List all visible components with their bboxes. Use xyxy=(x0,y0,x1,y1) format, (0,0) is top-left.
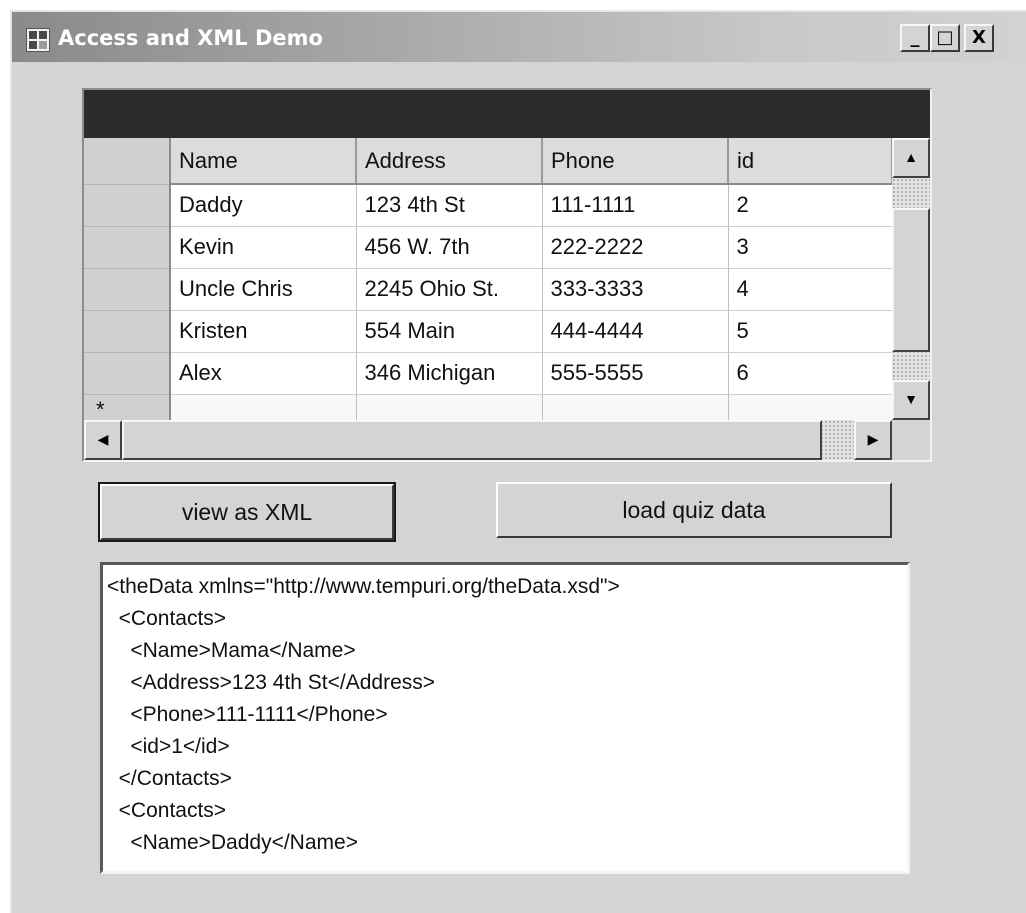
scrollbar-corner xyxy=(892,420,930,460)
arrow-down-icon: ▼ xyxy=(904,391,918,407)
cell-name[interactable]: Kristen xyxy=(170,310,357,353)
xml-line: <Contacts> xyxy=(107,607,227,630)
arrow-up-icon: ▲ xyxy=(904,149,918,165)
header-row: Name Address Phone id xyxy=(84,138,893,185)
cell-name[interactable]: Daddy xyxy=(170,184,357,227)
cell-address[interactable]: 346 Michigan xyxy=(356,352,543,395)
window-title: Access and XML Demo xyxy=(58,26,323,50)
cell-id[interactable]: 5 xyxy=(728,310,893,353)
new-row[interactable]: * xyxy=(84,394,893,421)
horizontal-scrollbar[interactable]: ◀ ▶ xyxy=(84,420,892,460)
column-header-phone[interactable]: Phone xyxy=(542,138,729,185)
row-selector[interactable] xyxy=(84,310,171,353)
load-quiz-data-button[interactable]: load quiz data xyxy=(496,482,892,538)
xml-line: <Name>Mama</Name> xyxy=(107,639,356,662)
xml-line: <Name>Daddy</Name> xyxy=(107,831,358,854)
main-window: Access and XML Demo _ □ X Name Address P… xyxy=(10,10,1026,913)
column-header-address[interactable]: Address xyxy=(356,138,543,185)
maximize-button[interactable]: □ xyxy=(930,24,960,52)
view-as-xml-button[interactable]: view as XML xyxy=(98,482,396,542)
cell-phone[interactable]: 111-1111 xyxy=(542,184,729,227)
title-bar[interactable]: Access and XML Demo _ □ X xyxy=(12,12,1026,62)
cell-name[interactable]: Kevin xyxy=(170,226,357,269)
close-button[interactable]: X xyxy=(964,24,994,52)
xml-line: <Phone>111-1111</Phone> xyxy=(107,703,388,726)
xml-line: </Contacts> xyxy=(107,767,232,790)
vertical-scrollbar[interactable]: ▲ ▼ xyxy=(892,138,930,420)
xml-line: <Address>123 4th St</Address> xyxy=(107,671,436,694)
grid-caption-bar xyxy=(84,90,930,138)
horizontal-scroll-thumb[interactable] xyxy=(122,420,822,460)
cell-phone[interactable]: 333-3333 xyxy=(542,268,729,311)
contacts-datagrid[interactable]: Name Address Phone id Daddy 123 4th St 1… xyxy=(82,88,932,462)
xml-line: <theData xmlns="http://www.tempuri.org/t… xyxy=(107,575,620,598)
minimize-button[interactable]: _ xyxy=(900,24,930,52)
new-row-selector[interactable]: * xyxy=(84,394,171,421)
column-header-name[interactable]: Name xyxy=(170,138,357,185)
new-cell-id[interactable] xyxy=(728,394,893,421)
table-row[interactable]: Kevin 456 W. 7th 222-2222 3 xyxy=(84,226,893,269)
cell-name[interactable]: Alex xyxy=(170,352,357,395)
cell-id[interactable]: 2 xyxy=(728,184,893,227)
column-header-id[interactable]: id xyxy=(728,138,893,185)
new-cell-phone[interactable] xyxy=(542,394,729,421)
new-row-asterisk-icon: * xyxy=(96,397,105,420)
cell-phone[interactable]: 555-5555 xyxy=(542,352,729,395)
cell-id[interactable]: 6 xyxy=(728,352,893,395)
table-row[interactable]: Alex 346 Michigan 555-5555 6 xyxy=(84,352,893,395)
cell-phone[interactable]: 222-2222 xyxy=(542,226,729,269)
arrow-left-icon: ◀ xyxy=(97,431,109,447)
table-row[interactable]: Kristen 554 Main 444-4444 5 xyxy=(84,310,893,353)
scroll-up-button[interactable]: ▲ xyxy=(892,138,930,178)
arrow-right-icon: ▶ xyxy=(867,431,879,447)
cell-id[interactable]: 4 xyxy=(728,268,893,311)
row-header-corner[interactable] xyxy=(84,138,171,185)
new-cell-address[interactable] xyxy=(356,394,543,421)
row-selector[interactable] xyxy=(84,184,171,227)
contacts-table: Name Address Phone id Daddy 123 4th St 1… xyxy=(84,138,893,421)
scroll-right-button[interactable]: ▶ xyxy=(854,420,892,460)
row-selector[interactable] xyxy=(84,352,171,395)
table-row[interactable]: Uncle Chris 2245 Ohio St. 333-3333 4 xyxy=(84,268,893,311)
xml-output-textbox[interactable]: <theData xmlns="http://www.tempuri.org/t… xyxy=(100,562,910,874)
cell-phone[interactable]: 444-4444 xyxy=(542,310,729,353)
cell-id[interactable]: 3 xyxy=(728,226,893,269)
scroll-down-button[interactable]: ▼ xyxy=(892,380,930,420)
row-selector[interactable] xyxy=(84,226,171,269)
cell-name[interactable]: Uncle Chris xyxy=(170,268,357,311)
xml-line: <Contacts> xyxy=(107,799,227,822)
cell-address[interactable]: 123 4th St xyxy=(356,184,543,227)
app-icon[interactable] xyxy=(26,28,50,52)
scroll-left-button[interactable]: ◀ xyxy=(84,420,122,460)
xml-line: <id>1</id> xyxy=(107,735,230,758)
cell-address[interactable]: 554 Main xyxy=(356,310,543,353)
cell-address[interactable]: 456 W. 7th xyxy=(356,226,543,269)
row-selector[interactable] xyxy=(84,268,171,311)
vertical-scroll-thumb[interactable] xyxy=(892,208,930,352)
cell-address[interactable]: 2245 Ohio St. xyxy=(356,268,543,311)
table-row[interactable]: Daddy 123 4th St 111-1111 2 xyxy=(84,184,893,227)
new-cell-name[interactable] xyxy=(170,394,357,421)
